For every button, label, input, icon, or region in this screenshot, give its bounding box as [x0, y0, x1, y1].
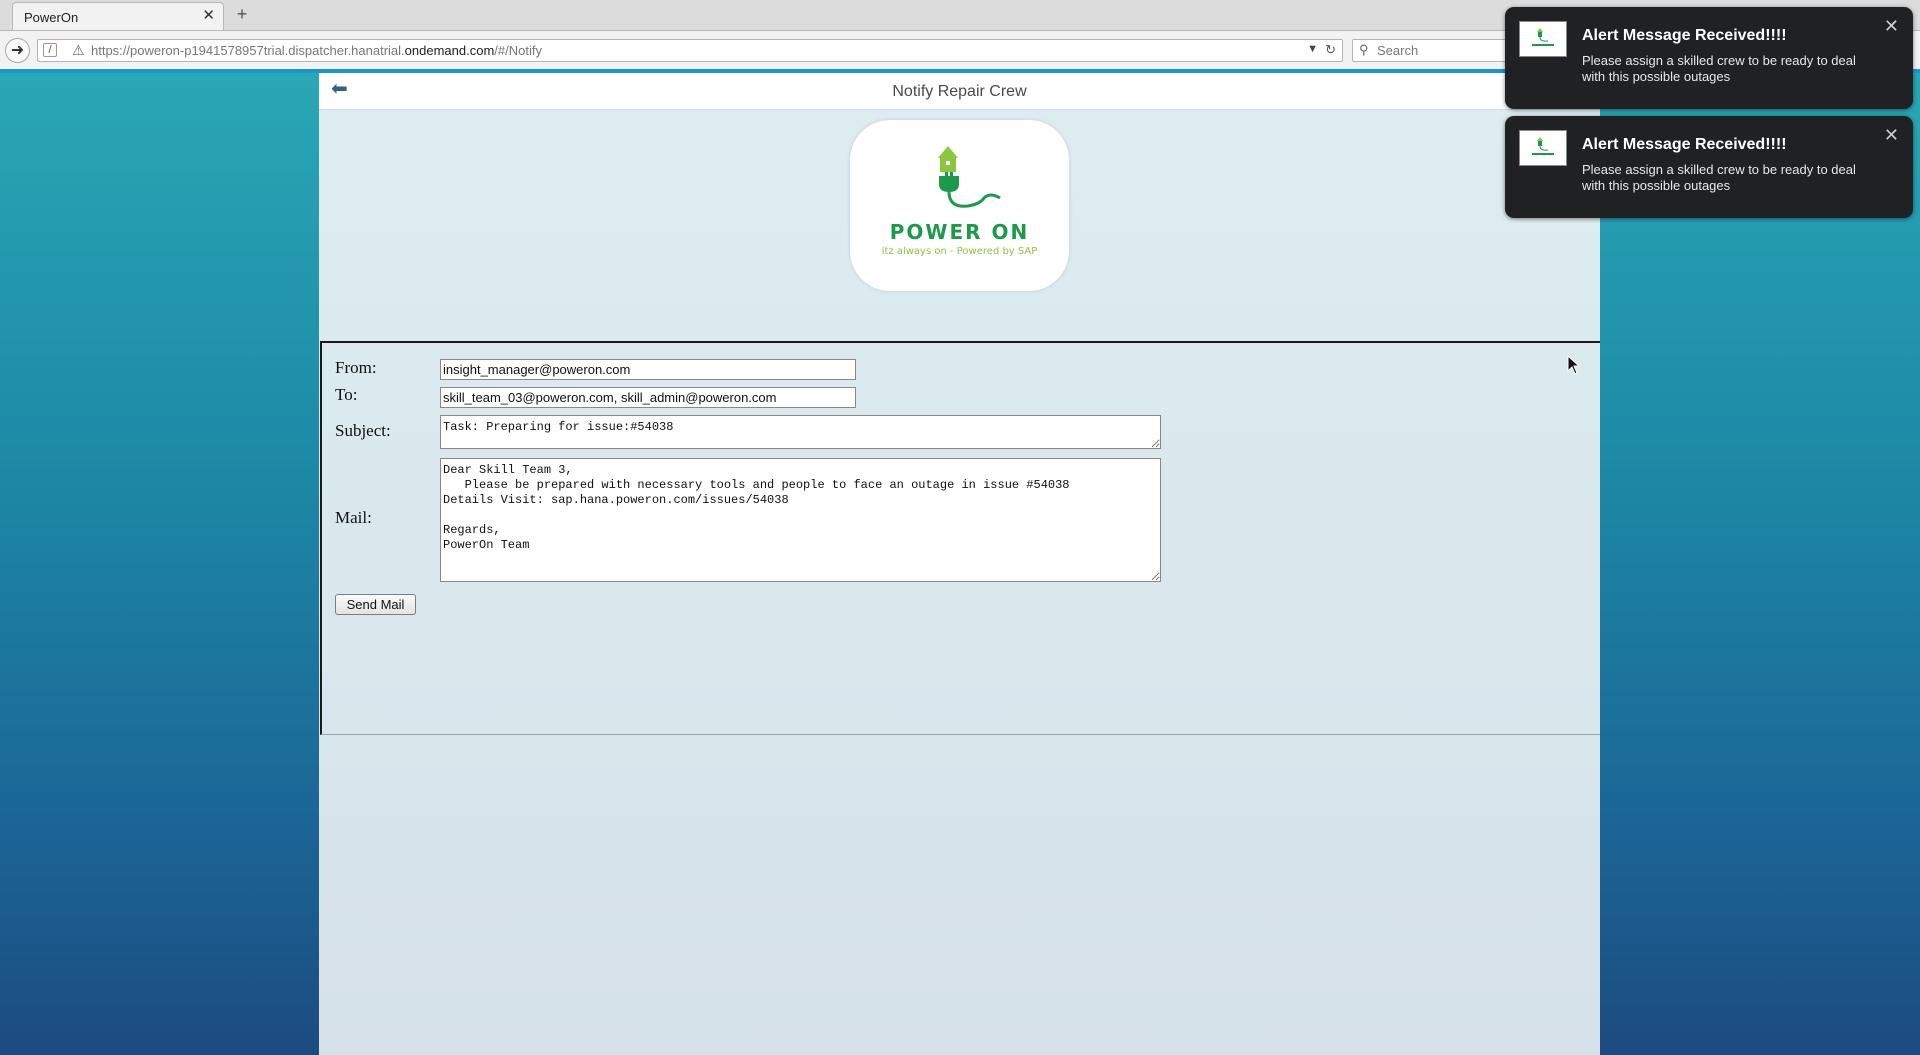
to-field[interactable]	[440, 387, 856, 408]
reload-icon[interactable]: ↻	[1325, 42, 1336, 58]
dropdown-icon[interactable]: ▼	[1307, 43, 1318, 55]
browser-tab[interactable]: PowerOn ✕	[12, 2, 224, 30]
notification-app-icon	[1519, 21, 1567, 57]
close-icon[interactable]: ✕	[1884, 126, 1899, 144]
notification-title: Alert Message Received!!!!	[1582, 136, 1787, 153]
url-suffix: /#/Notify	[494, 43, 542, 58]
power-on-logo-icon	[1532, 28, 1554, 46]
mail-body-field[interactable]: Dear Skill Team 3, Please be prepared wi…	[440, 458, 1161, 582]
to-label: To:	[335, 385, 358, 404]
close-icon[interactable]: ✕	[1884, 17, 1899, 35]
url-text[interactable]: https://poweron-p1941578957trial.dispatc…	[91, 43, 542, 58]
notification-app-icon	[1519, 130, 1567, 166]
notification-title: Alert Message Received!!!!	[1582, 27, 1787, 44]
from-field[interactable]	[440, 359, 856, 380]
back-icon: ➜	[10, 42, 25, 59]
url-prefix: https://poweron-p1941578957trial.dispatc…	[91, 43, 405, 58]
logo-name: POWER ON	[889, 220, 1030, 244]
url-bar[interactable]: / ⚠ https://poweron-p1941578957trial.dis…	[37, 39, 1343, 62]
notification-card[interactable]: Alert Message Received!!!! Please assign…	[1505, 7, 1913, 109]
browser-back-button[interactable]: ➜	[5, 38, 30, 63]
app-container: ⬅ Notify Repair Crew POWER ON itz always…	[319, 73, 1600, 1055]
mail-form: From: To: Subject: Task: Preparing for i…	[320, 341, 1600, 735]
notification-body: Please assign a skilled crew to be ready…	[1582, 53, 1856, 84]
logo-tagline: itz always on - Powered by SAP	[881, 246, 1038, 257]
app-header: ⬅ Notify Repair Crew	[319, 73, 1600, 110]
power-on-logo-icon	[1532, 137, 1554, 155]
mouse-cursor-icon	[1567, 355, 1581, 375]
search-icon: ⚲	[1359, 42, 1369, 57]
tab-close-icon[interactable]: ✕	[202, 7, 215, 25]
new-tab-icon[interactable]: +	[233, 5, 251, 23]
warning-icon[interactable]: ⚠	[72, 42, 85, 59]
subject-label: Subject:	[335, 421, 391, 440]
notification-body: Please assign a skilled crew to be ready…	[1582, 162, 1856, 193]
subject-field[interactable]: Task: Preparing for issue:#54038	[440, 415, 1161, 449]
from-label: From:	[335, 358, 377, 377]
mail-label: Mail:	[335, 508, 372, 527]
page-title: Notify Repair Crew	[892, 83, 1027, 100]
send-mail-button[interactable]: Send Mail	[335, 594, 416, 615]
notification-card[interactable]: Alert Message Received!!!! Please assign…	[1505, 116, 1913, 218]
url-domain: ondemand.com	[404, 43, 495, 58]
shield-icon[interactable]: /	[43, 43, 57, 57]
power-plug-house-icon	[938, 146, 1001, 208]
tab-title: PowerOn	[24, 10, 79, 25]
logo: POWER ON itz always on - Powered by SAP	[850, 120, 1069, 291]
